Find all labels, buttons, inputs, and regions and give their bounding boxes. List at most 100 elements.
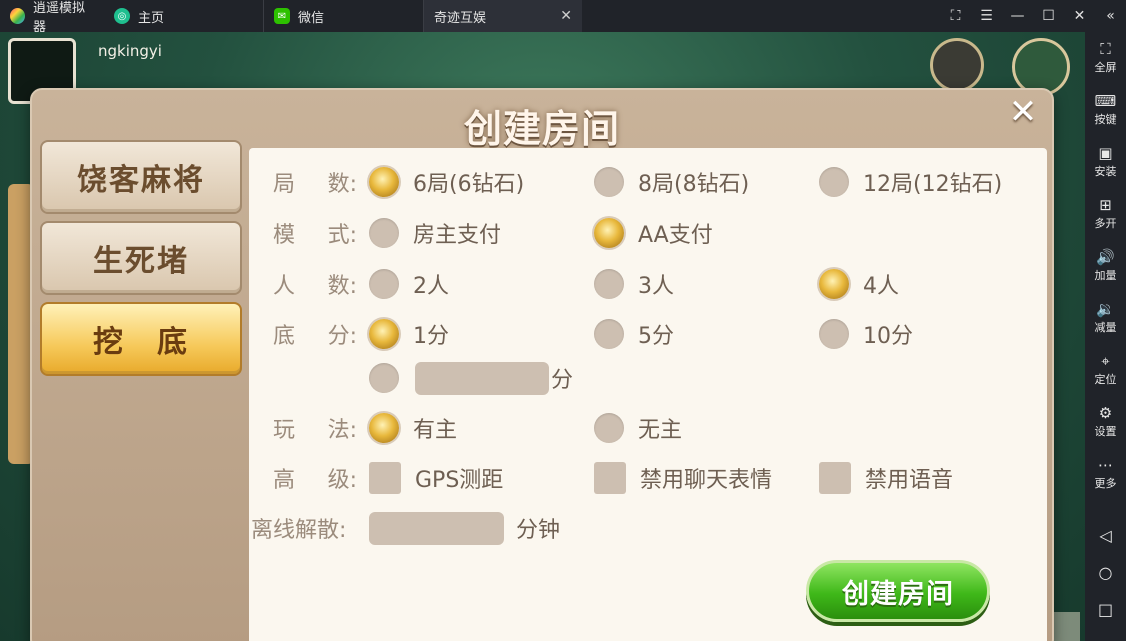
- game-viewport: ngkingyi 创建房间 ✕ 饶客麻将 生死堵 挖 底 局数: 6局(6钻石)…: [0, 32, 1085, 641]
- radio[interactable]: [594, 269, 624, 299]
- emulator-app-tab[interactable]: 逍遥模拟器: [0, 0, 104, 35]
- players-option-2[interactable]: 2人: [369, 268, 449, 300]
- home-icon: ◎: [114, 8, 130, 24]
- android-nav: ◁ ○ □: [1098, 526, 1113, 619]
- base-score-option-10[interactable]: 10分: [819, 318, 913, 350]
- multi-instance-icon: ⊞: [1099, 196, 1112, 214]
- mode-button-wadi[interactable]: 挖 底: [40, 302, 242, 376]
- radio[interactable]: [369, 363, 399, 393]
- recents-icon[interactable]: □: [1098, 600, 1113, 619]
- tab-wechat[interactable]: ✉ 微信: [264, 0, 424, 32]
- wechat-icon: ✉: [274, 8, 290, 24]
- tab-home[interactable]: ◎ 主页: [104, 0, 264, 32]
- disable-voice-option[interactable]: 禁用语音: [819, 462, 953, 494]
- fullscreen-toggle-icon[interactable]: ⛶: [940, 8, 971, 24]
- more-icon: ⋯: [1098, 456, 1113, 474]
- sidebar-item-more[interactable]: ⋯ 更多: [1095, 448, 1117, 500]
- base-score-label: 底分:: [273, 324, 357, 349]
- create-room-dialog: 创建房间 ✕ 饶客麻将 生死堵 挖 底 局数: 6局(6钻石) 8局(8钻石) …: [30, 88, 1054, 641]
- close-icon[interactable]: ✕: [1006, 95, 1040, 130]
- radio[interactable]: [819, 167, 849, 197]
- tab-game[interactable]: 奇迹互娱 ✕: [0, 0, 582, 48]
- radio[interactable]: [369, 269, 399, 299]
- location-pin-icon: ⌖: [1101, 352, 1110, 370]
- checkbox[interactable]: [369, 462, 401, 494]
- checkbox[interactable]: [594, 462, 626, 494]
- advanced-label: 高级:: [273, 468, 357, 493]
- custom-base-score-option: 分: [369, 361, 574, 395]
- disable-chat-emoji-option[interactable]: 禁用聊天表情: [594, 462, 772, 494]
- radio[interactable]: [369, 218, 399, 248]
- rounds-option-12[interactable]: 12局(12钻石): [819, 166, 1002, 198]
- volume-up-icon: 🔊: [1096, 248, 1115, 266]
- rounds-option-8[interactable]: 8局(8钻石): [594, 166, 749, 198]
- custom-base-score-input[interactable]: [415, 361, 549, 395]
- tab-game-label: 奇迹互娱: [434, 10, 487, 26]
- radio-selected[interactable]: [369, 167, 399, 197]
- sidebar-item-multi-instance[interactable]: ⊞ 多开: [1095, 188, 1117, 240]
- mode-button-shengsidu[interactable]: 生死堵: [40, 221, 242, 295]
- sidebar-item-keymap[interactable]: ⌨ 按键: [1095, 84, 1117, 136]
- sidebar-item-volume-up[interactable]: 🔊 加量: [1095, 240, 1117, 292]
- rounds-option-6[interactable]: 6局(6钻石): [369, 166, 524, 198]
- radio[interactable]: [594, 167, 624, 197]
- close-window-icon[interactable]: ✕: [1064, 8, 1095, 24]
- volume-down-icon: 🔉: [1096, 300, 1115, 318]
- play-style-youzhu-option[interactable]: 有主: [369, 412, 457, 444]
- radio-selected[interactable]: [369, 413, 399, 443]
- gear-icon: ⚙: [1098, 404, 1113, 422]
- sidebar-item-volume-down[interactable]: 🔉 减量: [1095, 292, 1117, 344]
- play-style-label: 玩法:: [273, 418, 357, 443]
- radio[interactable]: [594, 413, 624, 443]
- emulator-logo-icon: [10, 8, 26, 24]
- base-score-option-5[interactable]: 5分: [594, 318, 674, 350]
- radio[interactable]: [819, 319, 849, 349]
- tab-wechat-label: 微信: [298, 10, 325, 26]
- room-options-panel: 局数: 6局(6钻石) 8局(8钻石) 12局(12钻石) 模式: 房主支付 A…: [249, 148, 1047, 641]
- emulator-sidebar: ⛶ 全屏 ⌨ 按键 ▣ 安装 ⊞ 多开 🔊 加量 🔉 减量 ⌖ 定位 ⚙ 设置 ⋯ 更多 ◁ ○ …: [1085, 32, 1126, 641]
- collapse-sidebar-icon[interactable]: «: [1095, 8, 1126, 24]
- players-label: 人数:: [273, 274, 357, 299]
- tab-close-icon[interactable]: ✕: [560, 8, 572, 24]
- keyboard-icon: ⌨: [1094, 92, 1117, 110]
- offline-dissolve-label: 离线解散:: [251, 518, 347, 543]
- players-option-4[interactable]: 4人: [819, 268, 899, 300]
- minimize-icon[interactable]: —: [1002, 8, 1033, 24]
- sidebar-item-install[interactable]: ▣ 安装: [1095, 136, 1117, 188]
- apk-install-icon: ▣: [1098, 144, 1113, 162]
- back-icon[interactable]: ◁: [1099, 526, 1111, 545]
- custom-base-score-unit: 分: [551, 368, 574, 393]
- radio-selected[interactable]: [369, 319, 399, 349]
- rounds-label: 局数:: [273, 172, 357, 197]
- play-style-wuzhu-option[interactable]: 无主: [594, 412, 682, 444]
- fullscreen-icon: ⛶: [1100, 40, 1111, 58]
- radio-selected[interactable]: [594, 218, 624, 248]
- window-controls: ⛶ ☰ — ☐ ✕ «: [940, 0, 1126, 32]
- checkbox[interactable]: [819, 462, 851, 494]
- base-score-option-1[interactable]: 1分: [369, 318, 449, 350]
- gps-distance-option[interactable]: GPS测距: [369, 462, 503, 494]
- mode-button-raoke-mahjong[interactable]: 饶客麻将: [40, 140, 242, 214]
- payment-aa-option[interactable]: AA支付: [594, 217, 713, 249]
- payment-mode-label: 模式:: [273, 223, 357, 248]
- emulator-app-name: 逍遥模拟器: [33, 1, 86, 35]
- payment-owner-option[interactable]: 房主支付: [369, 217, 501, 249]
- game-mode-list: 饶客麻将 生死堵 挖 底: [40, 140, 244, 383]
- sidebar-item-location[interactable]: ⌖ 定位: [1095, 344, 1117, 396]
- sidebar-item-settings[interactable]: ⚙ 设置: [1095, 396, 1117, 448]
- emulator-titlebar: 逍遥模拟器 ◎ 主页 ✉ 微信 奇迹互娱 ✕ ⛶ ☰ — ☐ ✕ «: [0, 0, 1126, 48]
- home-circle-icon[interactable]: ○: [1099, 563, 1113, 582]
- offline-dissolve-unit: 分钟: [516, 518, 561, 543]
- top-right-button-1[interactable]: [930, 38, 984, 92]
- maximize-icon[interactable]: ☐: [1033, 8, 1064, 24]
- offline-dissolve-input[interactable]: [369, 511, 504, 545]
- sidebar-item-fullscreen[interactable]: ⛶ 全屏: [1095, 32, 1117, 84]
- username: ngkingyi: [98, 42, 162, 60]
- tab-home-label: 主页: [138, 10, 165, 26]
- radio-selected[interactable]: [819, 269, 849, 299]
- offline-dissolve-field: 分钟: [369, 511, 561, 545]
- radio[interactable]: [594, 319, 624, 349]
- menu-icon[interactable]: ☰: [971, 8, 1002, 24]
- players-option-3[interactable]: 3人: [594, 268, 674, 300]
- create-room-button[interactable]: 创建房间: [806, 560, 990, 622]
